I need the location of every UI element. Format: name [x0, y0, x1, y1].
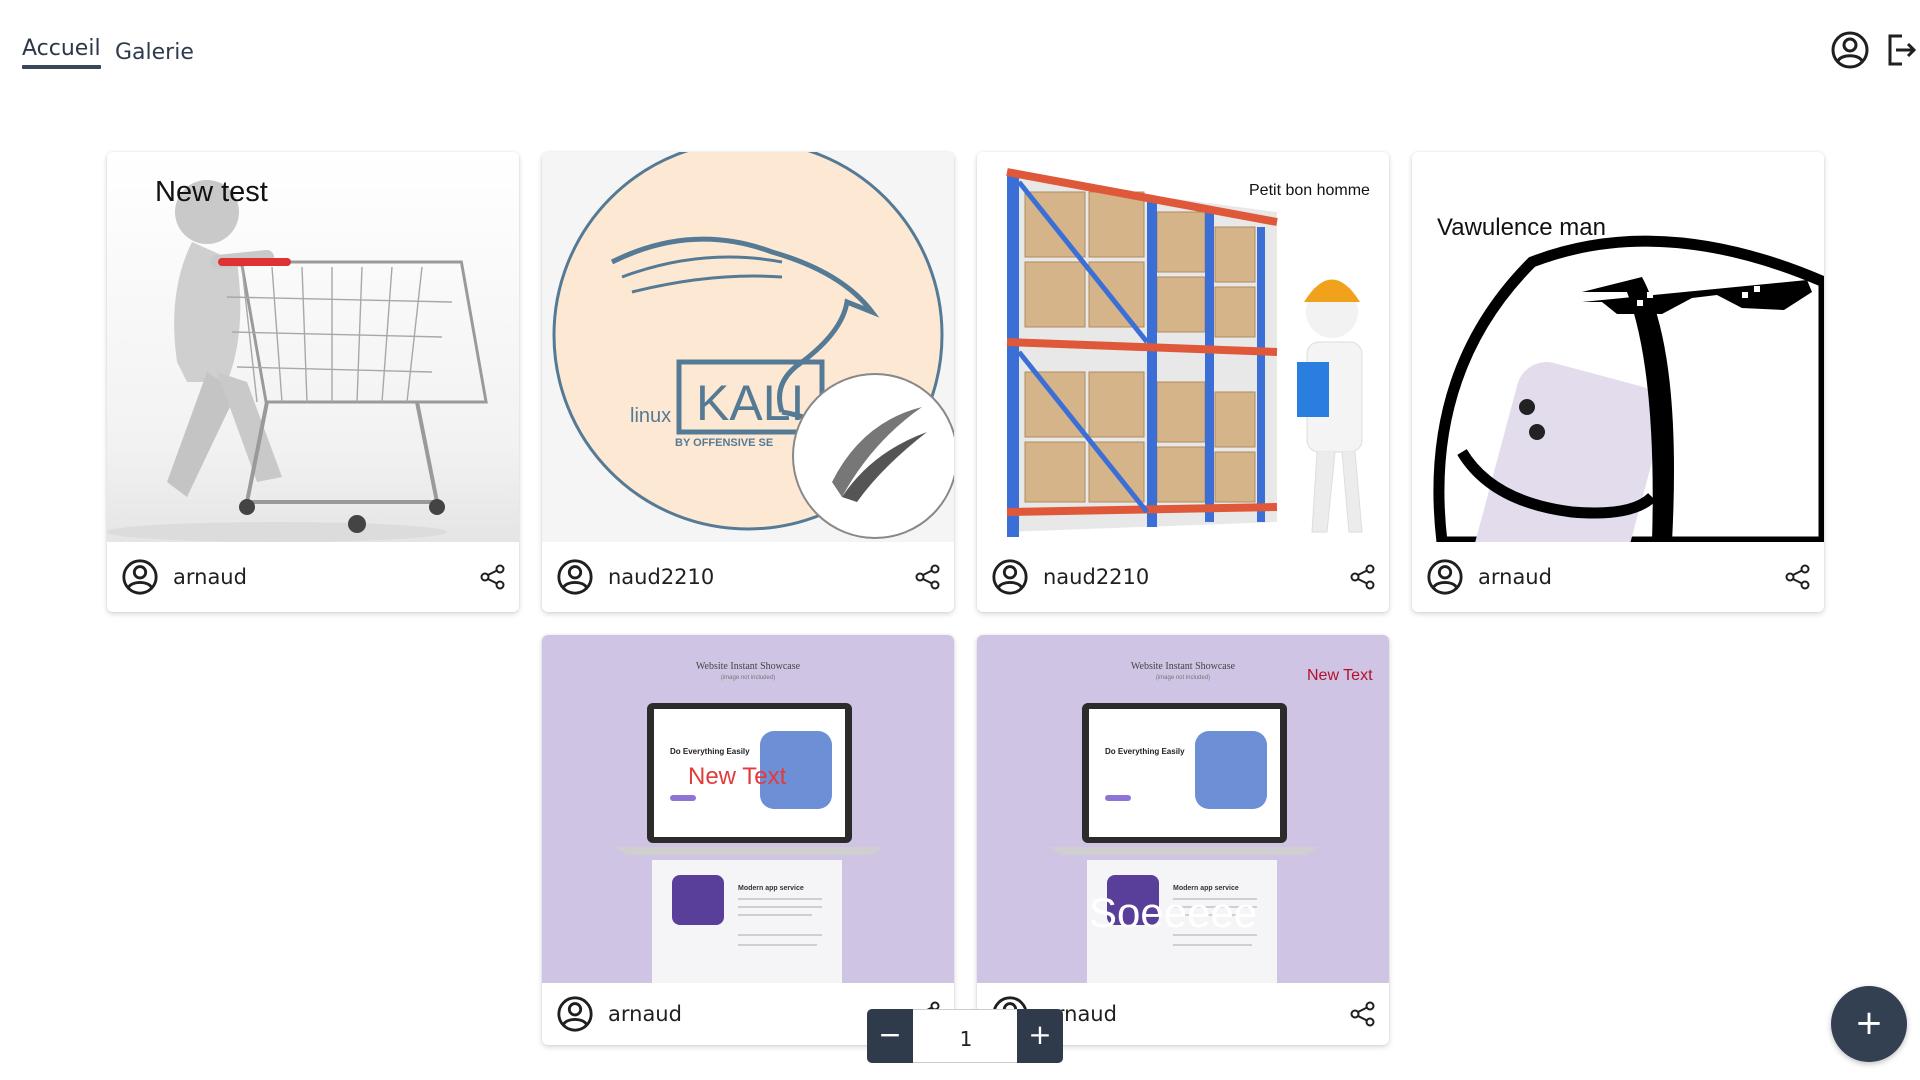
tab-accueil[interactable]: Accueil — [22, 36, 101, 69]
logout-icon[interactable] — [1880, 30, 1920, 70]
user-circle-icon[interactable] — [1830, 30, 1870, 70]
share-icon[interactable] — [914, 563, 942, 591]
figure-cart-illustration — [107, 180, 488, 542]
card-footer: naud2210 — [542, 542, 954, 612]
mockup-subtitle: (image not included) — [1156, 675, 1210, 681]
active-tab-indicator — [22, 65, 101, 69]
mockup-heading: Do Everything Easily — [1105, 747, 1185, 756]
gallery-card[interactable]: Petit bon homme naud2210 — [977, 152, 1389, 612]
kali-logo-text: KALI — [696, 375, 804, 431]
user-avatar-icon — [122, 559, 158, 595]
card-username: arnaud — [608, 1002, 682, 1026]
share-icon[interactable] — [1349, 563, 1377, 591]
gallery-card[interactable]: Website Instant Showcase (image not incl… — [977, 635, 1389, 1045]
warehouse-illustration — [1006, 168, 1363, 537]
kali-linux-text: linux — [630, 405, 671, 427]
gallery-card[interactable]: New test arnaud — [107, 152, 519, 612]
page-increment-button[interactable]: + — [1017, 1009, 1063, 1063]
mockup-title: Website Instant Showcase — [1131, 661, 1236, 672]
card-footer: arnaud — [107, 542, 519, 612]
mockup-section-title: Modern app service — [738, 885, 804, 892]
page-number-input[interactable]: 1 — [913, 1010, 1019, 1062]
tab-accueil-label: Accueil — [22, 36, 101, 61]
page-stepper: − 1 + — [867, 1009, 1063, 1063]
add-image-button[interactable]: + — [1831, 986, 1907, 1062]
tab-galerie[interactable]: Galerie — [115, 40, 194, 65]
user-avatar-icon — [1427, 559, 1463, 595]
card-image-warehouse: Petit bon homme — [977, 152, 1389, 542]
share-icon[interactable] — [1349, 1000, 1377, 1028]
user-avatar-icon — [557, 559, 593, 595]
kali-logo-illustration: KALI linux BY OFFENSIVE SE — [552, 152, 954, 539]
top-nav: Accueil Galerie — [0, 0, 1920, 100]
mockup-subtitle: (image not included) — [721, 675, 775, 681]
share-icon[interactable] — [479, 563, 507, 591]
mockup-heading: Do Everything Easily — [670, 747, 750, 756]
gallery-card[interactable]: KALI linux BY OFFENSIVE SE naud2210 — [542, 152, 954, 612]
card-image-shopping-cart: New test — [107, 152, 519, 542]
tab-galerie-label: Galerie — [115, 40, 194, 65]
card-username: arnaud — [1478, 565, 1552, 589]
page-decrement-button[interactable]: − — [867, 1009, 913, 1063]
card-image-kali-logo: KALI linux BY OFFENSIVE SE — [542, 152, 954, 542]
card-caption: Vawulence man — [1437, 214, 1606, 241]
card-image-meme: Vawulence man — [1412, 152, 1824, 542]
user-avatar-icon — [557, 996, 593, 1032]
card-image-laptop-mockup: Website Instant Showcase (image not incl… — [542, 635, 954, 983]
laptop-mockup-illustration: Website Instant Showcase (image not incl… — [614, 661, 884, 983]
user-avatar-icon — [992, 559, 1028, 595]
share-icon[interactable] — [1784, 563, 1812, 591]
meme-illustration — [1433, 235, 1824, 542]
card-username: naud2210 — [1043, 565, 1150, 589]
gallery-card[interactable]: Vawulence man arnaud — [1412, 152, 1824, 612]
card-username: naud2210 — [608, 565, 715, 589]
card-username: arnaud — [173, 565, 247, 589]
kali-sub-text: BY OFFENSIVE SE — [675, 437, 773, 449]
card-caption: New Text — [688, 763, 787, 790]
card-caption: New test — [155, 176, 268, 208]
card-caption: Petit bon homme — [1249, 182, 1370, 199]
card-caption-secondary: Soeeeee — [1089, 889, 1258, 936]
mockup-title: Website Instant Showcase — [696, 661, 801, 672]
card-footer: naud2210 — [977, 542, 1389, 612]
gallery-card[interactable]: Website Instant Showcase (image not incl… — [542, 635, 954, 1045]
card-footer: arnaud — [1412, 542, 1824, 612]
card-caption: New Text — [1307, 667, 1373, 684]
card-image-laptop-mockup: Website Instant Showcase (image not incl… — [977, 635, 1389, 983]
